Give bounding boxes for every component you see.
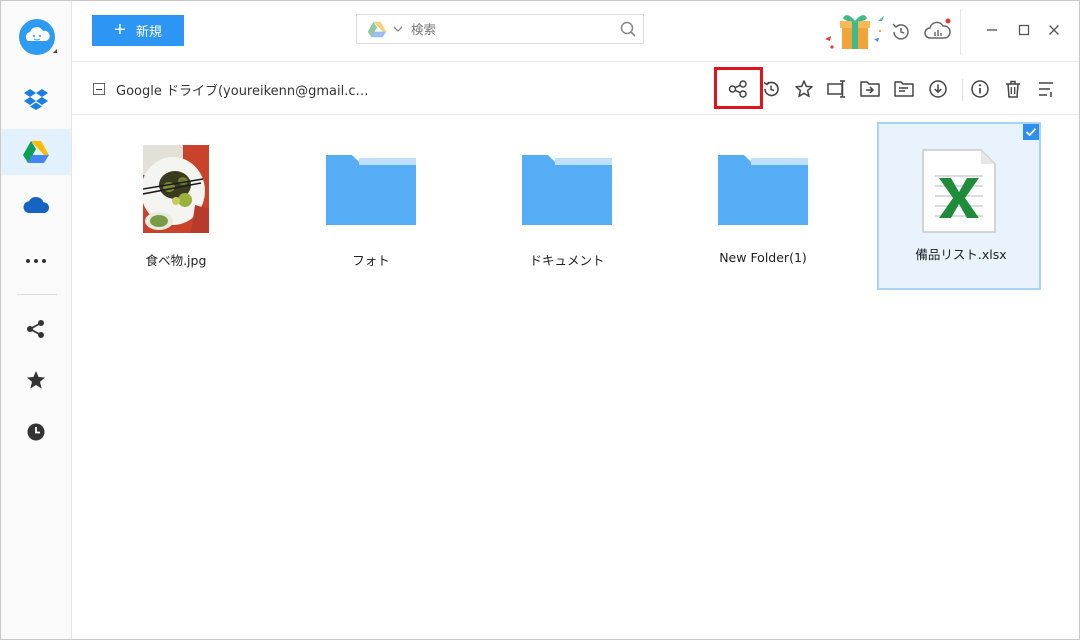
- sidebar-item-more[interactable]: [1, 238, 71, 284]
- excel-file-icon: [921, 148, 997, 238]
- sidebar-item-starred[interactable]: [1, 357, 71, 403]
- search-box: [356, 14, 644, 44]
- toolbar-separator: [960, 9, 961, 55]
- folder-icon: [522, 155, 612, 229]
- star-icon[interactable]: [792, 77, 816, 101]
- file-name: 食べ物.jpg: [145, 253, 207, 268]
- copy-icon[interactable]: [892, 77, 916, 101]
- info-icon[interactable]: [968, 77, 992, 101]
- folder-item[interactable]: フォト: [289, 126, 453, 294]
- cloud-status-icon[interactable]: [924, 17, 952, 43]
- collapse-toggle[interactable]: [93, 83, 105, 95]
- folder-icon: [718, 155, 808, 229]
- history-icon[interactable]: [759, 77, 783, 101]
- sort-icon[interactable]: [1034, 77, 1058, 101]
- sidebar-item-shared[interactable]: [1, 306, 71, 352]
- star-icon: [27, 371, 45, 389]
- sidebar-item-google-drive[interactable]: [1, 129, 71, 175]
- file-grid: 食べ物.jpg フォト ドキュメント New Folder(1) 備品リスト.x…: [72, 116, 1079, 639]
- checkbox-checked-icon[interactable]: [1023, 124, 1039, 140]
- delete-icon[interactable]: [1001, 77, 1025, 101]
- search-input[interactable]: [403, 16, 613, 42]
- folder-name: フォト: [352, 253, 390, 268]
- search-icon[interactable]: [613, 21, 643, 37]
- google-drive-icon: [23, 141, 49, 163]
- close-icon[interactable]: [1043, 19, 1065, 41]
- sidebar: [1, 1, 72, 639]
- search-source-dropdown[interactable]: [357, 21, 403, 38]
- path-bar: Google ドライブ(youreikenn@gmail.c…: [72, 63, 1079, 115]
- sidebar-item-onedrive[interactable]: [1, 182, 71, 228]
- move-icon[interactable]: [858, 77, 882, 101]
- folder-icon: [326, 155, 416, 229]
- minimize-icon[interactable]: [981, 19, 1003, 41]
- google-drive-icon: [367, 21, 387, 37]
- chevron-down-icon: [393, 26, 403, 32]
- action-separator: [962, 79, 963, 101]
- share-icon[interactable]: [726, 77, 750, 101]
- folder-name: New Folder(1): [719, 250, 807, 265]
- onedrive-icon: [23, 197, 50, 213]
- more-icon: [26, 259, 46, 263]
- clock-icon: [27, 423, 45, 441]
- top-bar: + 新規: [72, 1, 1079, 62]
- new-button-label: 新規: [135, 24, 162, 39]
- folder-name: ドキュメント: [529, 253, 605, 268]
- sidebar-divider: [17, 294, 57, 295]
- folder-item[interactable]: ドキュメント: [485, 126, 649, 294]
- share-icon: [27, 320, 44, 338]
- folder-item[interactable]: New Folder(1): [681, 126, 845, 294]
- new-button[interactable]: + 新規: [92, 15, 184, 46]
- plus-icon: +: [114, 18, 126, 41]
- download-icon[interactable]: [926, 77, 950, 101]
- image-thumbnail: [141, 145, 209, 237]
- file-item[interactable]: 食べ物.jpg: [94, 126, 258, 294]
- path-title: Google ドライブ(youreikenn@gmail.c…: [116, 84, 369, 99]
- sidebar-item-dropbox[interactable]: [1, 76, 71, 122]
- file-item-selected[interactable]: 備品リスト.xlsx: [877, 122, 1041, 290]
- sidebar-item-recent[interactable]: [1, 409, 71, 455]
- gift-icon[interactable]: [820, 9, 890, 53]
- app-window: + 新規 検索 Google ドライブ(youreikenn@gmail.c… …: [0, 0, 1080, 640]
- file-name: 備品リスト.xlsx: [915, 247, 1007, 262]
- dropbox-icon: [24, 89, 48, 110]
- sync-history-icon[interactable]: [890, 21, 912, 43]
- app-logo-icon[interactable]: [17, 17, 57, 57]
- maximize-icon[interactable]: [1013, 19, 1035, 41]
- rename-icon[interactable]: [825, 77, 849, 101]
